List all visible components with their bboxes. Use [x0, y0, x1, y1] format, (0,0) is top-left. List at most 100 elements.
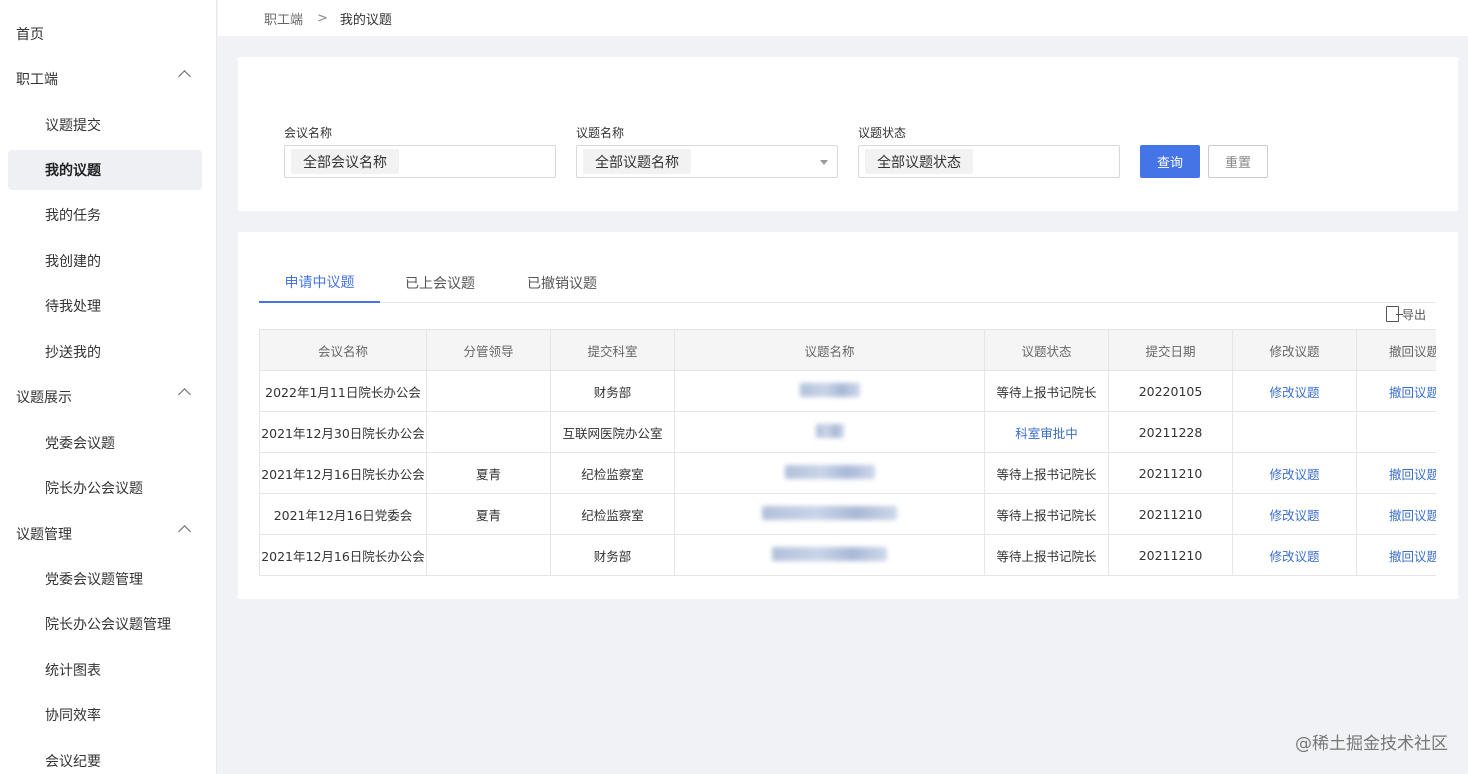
- tab-applying[interactable]: 申请中议题: [259, 262, 380, 303]
- chevron-up-icon[interactable]: [178, 525, 191, 538]
- sidebar-item-label: 党委会议题管理: [45, 572, 143, 588]
- cell-status: 等待上报书记院长: [984, 534, 1109, 576]
- chevron-up-icon[interactable]: [178, 70, 191, 83]
- cell-topic-name-redacted: [674, 493, 985, 535]
- watermark: @稀土掘金技术社区: [1295, 734, 1448, 754]
- sidebar-item[interactable]: 党委会议题: [0, 423, 216, 463]
- sidebar-item[interactable]: 议题提交: [0, 105, 216, 145]
- sidebar-item-label: 协同效率: [45, 708, 101, 724]
- cell-topic-name-redacted: [674, 370, 985, 412]
- cell-department: 财务部: [550, 534, 675, 576]
- table-header-row: 会议名称 分管领导 提交科室 议题名称 议题状态 提交日期 修改议题 撤回议题: [259, 329, 1436, 371]
- edit-topic-link[interactable]: 修改议题: [1232, 452, 1357, 494]
- column-header: 提交日期: [1108, 329, 1233, 371]
- column-header: 修改议题: [1232, 329, 1357, 371]
- withdraw-topic-link[interactable]: 撤回议题: [1356, 370, 1436, 412]
- sidebar-item-label: 议题管理: [16, 527, 72, 543]
- sidebar-item[interactable]: 院长办公会议题: [0, 468, 216, 508]
- sidebar-item-label: 议题展示: [16, 390, 72, 406]
- cell-date: 20211228: [1108, 411, 1233, 453]
- cell-date: 20211210: [1108, 452, 1233, 494]
- topic-status-value: 全部议题状态: [865, 149, 973, 174]
- sidebar-item[interactable]: 抄送我的: [0, 332, 216, 372]
- sidebar-item-label: 我的议题: [45, 163, 101, 179]
- sidebar-group[interactable]: 首页: [0, 14, 216, 54]
- export-label: 导出: [1402, 307, 1427, 322]
- cell-topic-name-redacted: [674, 411, 985, 453]
- sidebar-item-label: 院长办公会议题管理: [45, 617, 171, 633]
- cell-meeting-name: 2021年12月16日党委会: [259, 493, 427, 535]
- table-row: 2021年12月16日院长办公会 财务部 等待上报书记院长 20211210 修改议题撤…: [259, 534, 1436, 576]
- cell-leader: [426, 370, 551, 412]
- query-button[interactable]: 查询: [1140, 145, 1200, 178]
- column-header: 会议名称: [259, 329, 427, 371]
- sidebar-item[interactable]: 党委会议题管理: [0, 559, 216, 599]
- edit-topic-link: [1232, 411, 1357, 453]
- sidebar-item[interactable]: 我的任务: [0, 195, 216, 235]
- topics-table-wrapper[interactable]: 会议名称 分管领导 提交科室 议题名称 议题状态 提交日期 修改议题 撤回议题 …: [259, 329, 1436, 578]
- export-file-icon: [1386, 306, 1403, 322]
- column-header: 议题状态: [984, 329, 1109, 371]
- breadcrumb-separator-icon: >: [317, 10, 328, 26]
- sidebar-item-label: 待我处理: [45, 299, 101, 315]
- sidebar-item[interactable]: 统计图表: [0, 650, 216, 690]
- cell-meeting-name: 2021年12月30日院长办公会: [259, 411, 427, 453]
- cell-department: 财务部: [550, 370, 675, 412]
- redacted-text: [815, 423, 844, 438]
- redacted-text: [762, 505, 897, 520]
- export-button[interactable]: 导出: [1386, 304, 1426, 324]
- topic-name-value: 全部议题名称: [583, 149, 691, 174]
- sidebar-item-label: 议题提交: [45, 118, 101, 134]
- sidebar-group[interactable]: 议题管理: [0, 514, 216, 554]
- cell-status: 等待上报书记院长: [984, 370, 1109, 412]
- sidebar: 首页职工端议题提交我的议题我的任务我创建的待我处理抄送我的议题展示党委会议题院长…: [0, 0, 217, 774]
- tab-in-meeting[interactable]: 已上会议题: [387, 262, 493, 303]
- sidebar-item[interactable]: 协同效率: [0, 695, 216, 735]
- reset-button[interactable]: 重置: [1208, 145, 1268, 178]
- chevron-up-icon[interactable]: [178, 388, 191, 401]
- edit-topic-link[interactable]: 修改议题: [1232, 370, 1357, 412]
- topic-name-select[interactable]: 全部议题名称: [576, 145, 838, 178]
- sidebar-item[interactable]: 院长办公会议题管理: [0, 604, 216, 644]
- edit-topic-link[interactable]: 修改议题: [1232, 493, 1357, 535]
- topics-panel: 申请中议题 已上会议题 已撤销议题 导出 会议名称 分管领导 提交科室 议题名称…: [238, 232, 1458, 599]
- cell-date: 20211210: [1108, 493, 1233, 535]
- caret-down-icon: [820, 160, 828, 165]
- sidebar-item-label: 会议纪要: [45, 754, 101, 770]
- sidebar-item-label: 抄送我的: [45, 345, 101, 361]
- sidebar-group[interactable]: 职工端: [0, 59, 216, 99]
- tab-withdrawn[interactable]: 已撤销议题: [509, 262, 615, 303]
- sidebar-item-label: 职工端: [16, 72, 58, 88]
- edit-topic-link[interactable]: 修改议题: [1232, 534, 1357, 576]
- withdraw-topic-link[interactable]: 撤回议题: [1356, 493, 1436, 535]
- sidebar-group[interactable]: 议题展示: [0, 377, 216, 417]
- withdraw-topic-link: [1356, 411, 1436, 453]
- redacted-text: [799, 382, 860, 397]
- table-row: 2021年12月30日院长办公会 互联网医院办公室 科室审批中 20211228: [259, 411, 1436, 453]
- table-row: 2021年12月16日院长办公会 夏青 纪检监察室 等待上报书记院长 20211210 修…: [259, 452, 1436, 494]
- breadcrumb: 职工端 > 我的议题: [218, 0, 1468, 36]
- sidebar-item-label: 统计图表: [45, 663, 101, 679]
- withdraw-topic-link[interactable]: 撤回议题: [1356, 452, 1436, 494]
- cell-status[interactable]: 科室审批中: [984, 411, 1109, 453]
- meeting-name-select[interactable]: 全部会议名称: [284, 145, 556, 178]
- cell-leader: [426, 534, 551, 576]
- cell-meeting-name: 2022年1月11日院长办公会: [259, 370, 427, 412]
- withdraw-topic-link[interactable]: 撤回议题: [1356, 534, 1436, 576]
- cell-topic-name-redacted: [674, 452, 985, 494]
- cell-status: 等待上报书记院长: [984, 493, 1109, 535]
- sidebar-item[interactable]: 我创建的: [0, 241, 216, 281]
- meeting-name-label: 会议名称: [284, 126, 333, 140]
- meeting-name-value: 全部会议名称: [291, 149, 399, 174]
- redacted-text: [784, 464, 875, 479]
- topic-status-select[interactable]: 全部议题状态: [858, 145, 1120, 178]
- breadcrumb-parent[interactable]: 职工端: [264, 9, 303, 28]
- column-header: 议题名称: [674, 329, 985, 371]
- topics-table: 会议名称 分管领导 提交科室 议题名称 议题状态 提交日期 修改议题 撤回议题 …: [259, 329, 1436, 576]
- sidebar-item[interactable]: 待我处理: [0, 286, 216, 326]
- sidebar-item[interactable]: 会议纪要: [0, 741, 216, 774]
- cell-leader: [426, 411, 551, 453]
- cell-meeting-name: 2021年12月16日院长办公会: [259, 534, 427, 576]
- topic-name-label: 议题名称: [576, 126, 625, 140]
- sidebar-item[interactable]: 我的议题: [8, 150, 202, 190]
